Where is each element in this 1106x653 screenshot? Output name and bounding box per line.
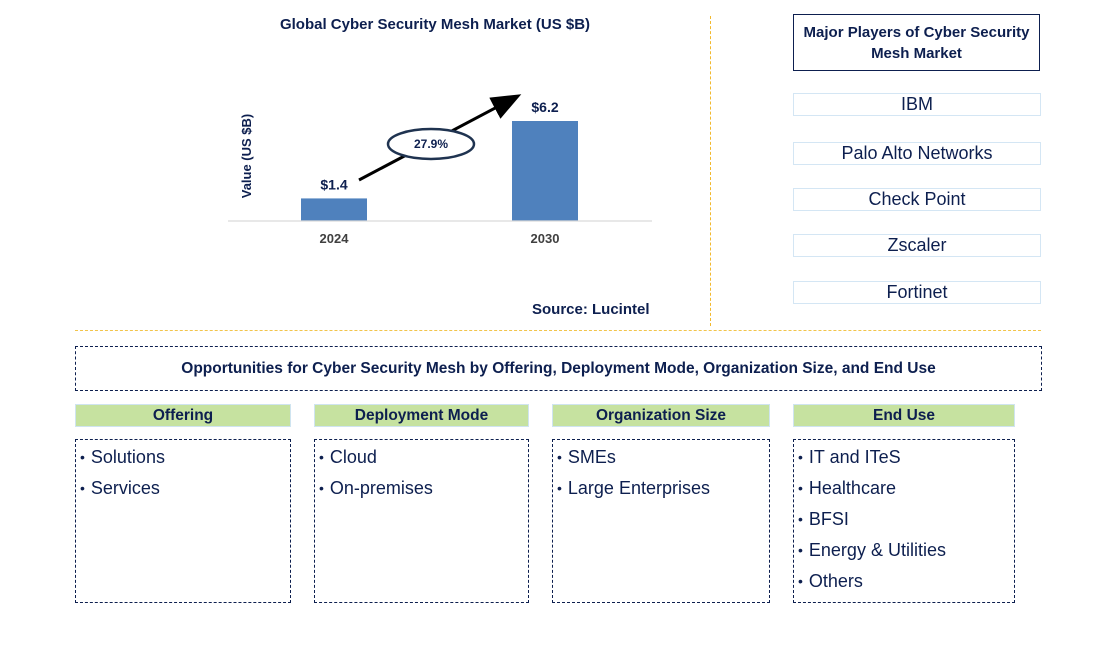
segment-item: BFSI xyxy=(798,504,1014,535)
segment-list-organization-size: SMEs Large Enterprises xyxy=(552,439,770,603)
segment-header-end-use: End Use xyxy=(793,404,1015,427)
x-tick-label-2030: 2030 xyxy=(531,231,560,246)
segment-item: Healthcare xyxy=(798,473,1014,504)
bar-chart: Value (US $B) $1.4 2024 $6.2 2030 27.9% xyxy=(228,94,652,246)
chart-title: Global Cyber Security Mesh Market (US $B… xyxy=(279,16,591,33)
bar-2030 xyxy=(512,121,578,221)
segment-header-offering: Offering xyxy=(75,404,291,427)
value-label-2024: $1.4 xyxy=(320,176,347,192)
segment-item: Solutions xyxy=(80,442,290,473)
segment-item: IT and ITeS xyxy=(798,442,1014,473)
segment-item: Services xyxy=(80,473,290,504)
player-item: Fortinet xyxy=(793,281,1041,304)
segment-header-deployment-mode: Deployment Mode xyxy=(314,404,529,427)
segment-item: Large Enterprises xyxy=(557,473,769,504)
opportunities-title: Opportunities for Cyber Security Mesh by… xyxy=(75,346,1042,391)
bar-2024 xyxy=(301,198,367,221)
player-item: Zscaler xyxy=(793,234,1041,257)
segment-item: SMEs xyxy=(557,442,769,473)
segment-list-end-use: IT and ITeS Healthcare BFSI Energy & Uti… xyxy=(793,439,1015,603)
player-item: Check Point xyxy=(793,188,1041,211)
cagr-label: 27.9% xyxy=(414,137,448,151)
player-item: Palo Alto Networks xyxy=(793,142,1041,165)
player-item: IBM xyxy=(793,93,1041,116)
segment-item: Others xyxy=(798,566,1014,597)
cagr-annotation: 27.9% xyxy=(358,94,522,182)
value-label-2030: $6.2 xyxy=(531,99,558,115)
vertical-divider xyxy=(710,16,711,326)
segment-item: On-premises xyxy=(319,473,528,504)
y-axis-label: Value (US $B) xyxy=(239,114,254,199)
x-tick-label-2024: 2024 xyxy=(320,231,350,246)
players-title: Major Players of Cyber Security Mesh Mar… xyxy=(793,14,1040,71)
segment-header-organization-size: Organization Size xyxy=(552,404,770,427)
segment-item: Energy & Utilities xyxy=(798,535,1014,566)
source-note: Source: Lucintel xyxy=(532,301,650,318)
segment-list-offering: Solutions Services xyxy=(75,439,291,603)
horizontal-divider xyxy=(75,330,1041,331)
segment-item: Cloud xyxy=(319,442,528,473)
segment-list-deployment-mode: Cloud On-premises xyxy=(314,439,529,603)
